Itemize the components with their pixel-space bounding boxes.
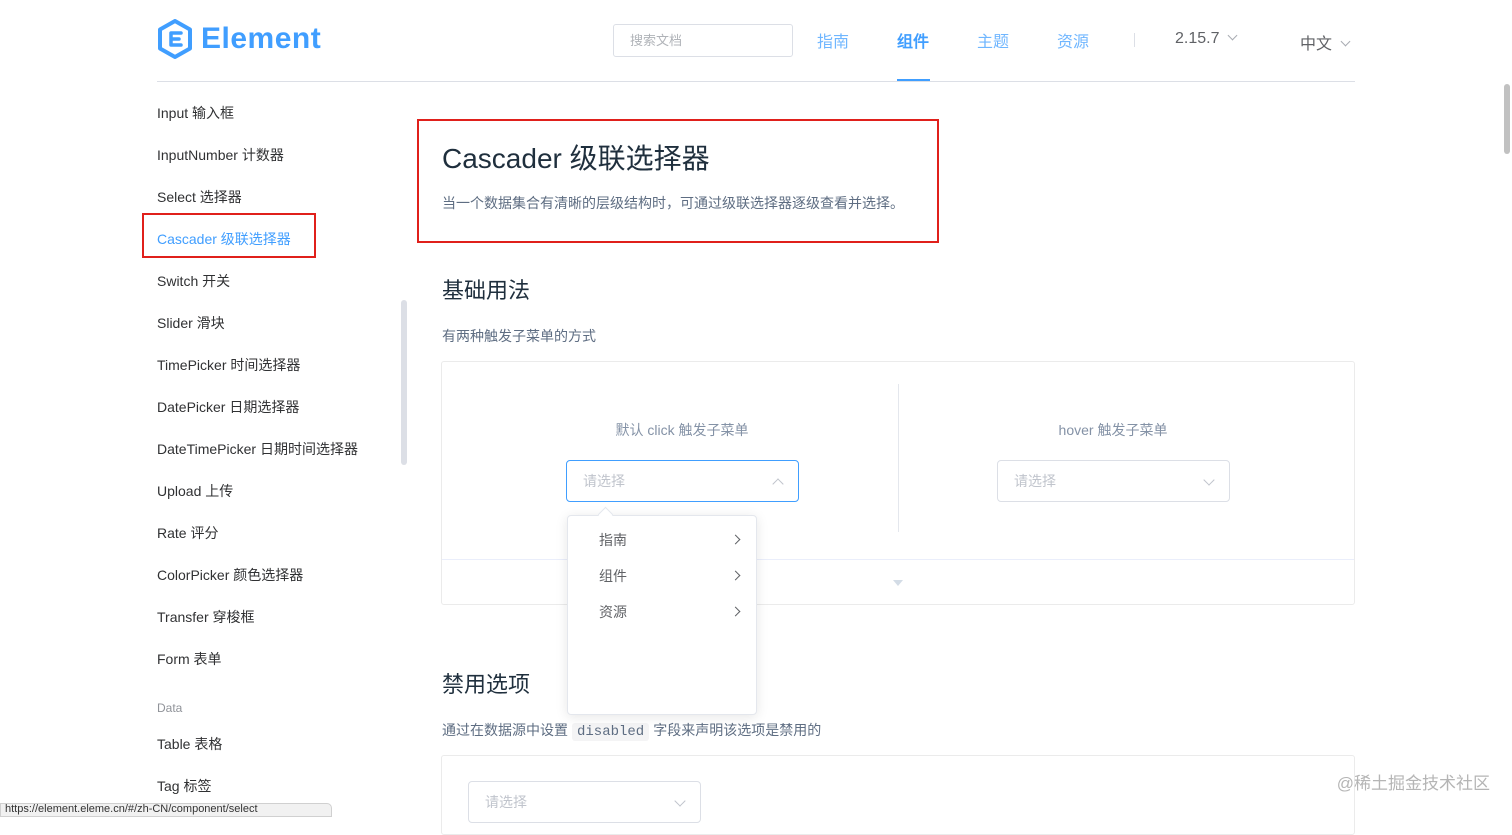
chevron-down-icon (1203, 474, 1215, 486)
language-label: 中文 (1300, 36, 1333, 53)
header-divider (157, 81, 1355, 82)
demo-divider (898, 384, 899, 532)
version-select[interactable]: 2.15.7 (1175, 30, 1238, 48)
version-label: 2.15.7 (1175, 30, 1220, 47)
sidebar-item-input[interactable]: Input 输入框 (157, 103, 234, 123)
page-title: Cascader 级联选择器 (442, 143, 710, 174)
chevron-down-icon (1228, 30, 1238, 41)
code-disabled: disabled (572, 723, 650, 741)
chevron-right-icon (730, 570, 741, 581)
page-description: 当一个数据集合有清晰的层级结构时，可通过级联选择器逐级查看并选择。 (442, 195, 904, 211)
sidebar-item-datepicker[interactable]: DatePicker 日期选择器 (157, 397, 299, 417)
logo-text: Element (201, 22, 322, 55)
sidebar-highlight-box (142, 213, 316, 258)
section-text-before: 通过在数据源中设置 (442, 722, 568, 738)
sidebar-item-rate[interactable]: Rate 评分 (157, 523, 218, 543)
cascader-placeholder: 请选择 (1014, 473, 1056, 489)
option-label: 组件 (599, 568, 627, 584)
page-scrollbar[interactable] (1504, 84, 1510, 154)
sidebar-item-select[interactable]: Select 选择器 (157, 187, 242, 207)
sidebar-item-timepicker[interactable]: TimePicker 时间选择器 (157, 355, 300, 375)
sidebar-item-inputnumber[interactable]: InputNumber 计数器 (157, 145, 284, 165)
sidebar-item-form[interactable]: Form 表单 (157, 649, 222, 669)
cascader-hover-input[interactable]: 请选择 (997, 460, 1230, 502)
nav-theme[interactable]: 主题 (977, 28, 1009, 52)
sidebar-item-transfer[interactable]: Transfer 穿梭框 (157, 607, 255, 627)
section-text-basic: 有两种触发子菜单的方式 (442, 328, 596, 344)
element-logo[interactable]: Element (157, 18, 321, 60)
cascader-option-component[interactable]: 组件 (568, 559, 756, 593)
sidebar-item-tag[interactable]: Tag 标签 (157, 776, 211, 796)
demo-label-hover: hover 触发子菜单 (1058, 422, 1168, 438)
sidebar-item-upload[interactable]: Upload 上传 (157, 481, 233, 501)
sidebar-item-switch[interactable]: Switch 开关 (157, 271, 230, 291)
chevron-down-icon (1340, 36, 1351, 47)
nav-resource[interactable]: 资源 (1057, 28, 1089, 52)
cascader-option-resource[interactable]: 资源 (568, 595, 756, 629)
chevron-right-icon (730, 534, 741, 545)
section-text-after: 字段来声明该选项是禁用的 (653, 722, 822, 738)
section-heading-basic: 基础用法 (442, 278, 531, 303)
cascader-option-guide[interactable]: 指南 (568, 523, 756, 557)
section-heading-disabled: 禁用选项 (442, 672, 531, 697)
sidebar-item-datetimepicker[interactable]: DateTimePicker 日期时间选择器 (157, 439, 358, 459)
cascader-placeholder: 请选择 (485, 794, 527, 810)
sidebar-item-colorpicker[interactable]: ColorPicker 颜色选择器 (157, 565, 303, 585)
chevron-up-icon (772, 478, 784, 490)
demo-label-click: 默认 click 触发子菜单 (615, 422, 749, 438)
cascader-dropdown-panel: 指南 组件 资源 (567, 515, 757, 715)
status-bar-url: https://element.eleme.cn/#/zh-CN/compone… (0, 803, 332, 817)
watermark-text: @稀土掘金技术社区 (1336, 774, 1490, 793)
nav-divider (1134, 33, 1135, 47)
nav-guide[interactable]: 指南 (817, 28, 849, 52)
chevron-right-icon (730, 606, 741, 617)
sidebar-item-slider[interactable]: Slider 滑块 (157, 313, 225, 333)
chevron-down-icon (674, 795, 686, 807)
element-logo-icon (158, 19, 192, 59)
option-label: 资源 (599, 604, 627, 620)
option-label: 指南 (599, 532, 627, 548)
cascader-click-input[interactable]: 请选择 (566, 460, 799, 502)
expand-code-caret-icon[interactable] (893, 580, 903, 586)
cascader-disabled-demo-input[interactable]: 请选择 (468, 781, 701, 823)
language-select[interactable]: 中文 (1300, 30, 1351, 54)
search-input[interactable]: 搜索文档 (613, 24, 793, 57)
section-text-disabled: 通过在数据源中设置 disabled 字段来声明该选项是禁用的 (442, 720, 822, 741)
nav-component[interactable]: 组件 (897, 28, 929, 52)
sidebar-group-data: Data (157, 701, 183, 715)
sidebar-scrollbar[interactable] (401, 300, 407, 465)
sidebar-item-table[interactable]: Table 表格 (157, 734, 222, 754)
cascader-placeholder: 请选择 (583, 473, 625, 489)
